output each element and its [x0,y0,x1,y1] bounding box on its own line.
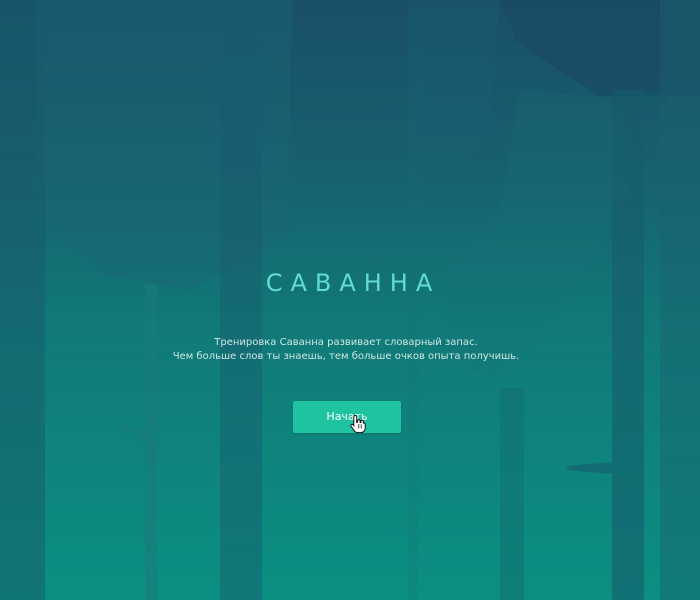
start-button[interactable]: Начать [293,401,401,433]
savanna-intro-screen: САВАННА Тренировка Саванна развивает сло… [0,0,700,600]
description-line-2: Чем больше слов ты знаешь, тем больше оч… [172,351,520,362]
page-title: САВАННА [265,269,441,297]
description: Тренировка Саванна развивает словарный з… [0,336,692,364]
description-line-1: Тренировка Саванна развивает словарный з… [214,337,478,348]
